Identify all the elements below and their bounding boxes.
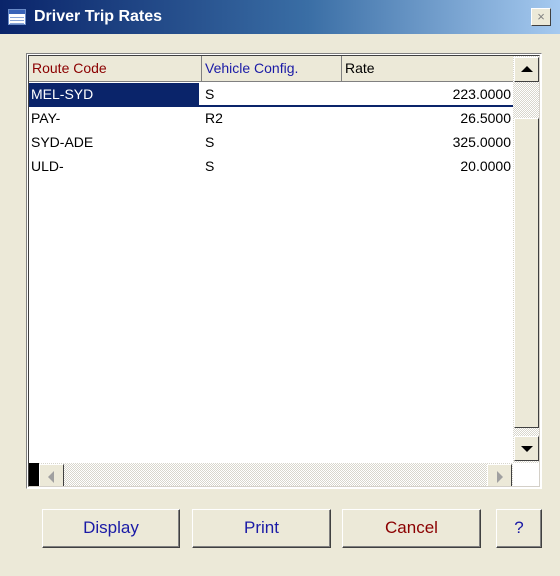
column-header-route-code[interactable]: Route Code [29, 56, 202, 82]
close-button[interactable]: × [531, 8, 551, 26]
driver-trip-rates-window: Driver Trip Rates × Route Code Vehicle C… [0, 0, 560, 576]
table-row[interactable]: ULD- S 20.0000 [29, 155, 515, 179]
close-icon: × [537, 9, 545, 24]
arrow-up-icon [521, 66, 533, 72]
vertical-scroll-thumb[interactable] [514, 118, 539, 428]
cell-rate[interactable]: 20.0000 [342, 155, 515, 179]
cell-vehicle-config[interactable]: S [203, 155, 342, 179]
display-button[interactable]: Display [42, 509, 180, 548]
cell-vehicle-config[interactable]: R2 [203, 107, 342, 131]
cell-route-code[interactable]: SYD-ADE [29, 131, 199, 155]
table-row[interactable]: PAY- R2 26.5000 [29, 107, 515, 131]
scroll-left-button[interactable] [39, 464, 64, 486]
window-title: Driver Trip Rates [34, 8, 163, 25]
table-row[interactable]: SYD-ADE S 325.0000 [29, 131, 515, 155]
rates-grid[interactable]: Route Code Vehicle Config. Rate MEL-SYD … [26, 53, 542, 489]
horizontal-scrollbar[interactable] [29, 463, 513, 486]
cell-route-code[interactable]: PAY- [29, 107, 199, 131]
cell-rate[interactable]: 325.0000 [342, 131, 515, 155]
column-header-rate[interactable]: Rate [342, 56, 515, 82]
scrollbar-corner [513, 463, 539, 486]
cell-vehicle-config[interactable]: S [203, 131, 342, 155]
title-bar[interactable]: Driver Trip Rates × [0, 0, 560, 34]
cell-rate[interactable]: 223.0000 [342, 83, 515, 107]
cell-route-code[interactable]: ULD- [29, 155, 199, 179]
arrow-left-icon [48, 471, 54, 483]
grid-header: Route Code Vehicle Config. Rate [29, 56, 515, 82]
table-row[interactable]: MEL-SYD S 223.0000 [29, 83, 515, 107]
arrow-right-icon [497, 471, 503, 483]
cell-vehicle-config[interactable]: S [203, 83, 342, 107]
column-header-vehicle-config[interactable]: Vehicle Config. [202, 56, 342, 82]
scroll-down-button[interactable] [514, 436, 539, 461]
table-icon [8, 9, 26, 25]
cancel-button[interactable]: Cancel [342, 509, 481, 548]
print-button[interactable]: Print [192, 509, 331, 548]
horizontal-scroll-thumb[interactable] [29, 463, 39, 486]
arrow-down-icon [521, 446, 533, 452]
cell-route-code[interactable]: MEL-SYD [29, 83, 199, 107]
cell-rate[interactable]: 26.5000 [342, 107, 515, 131]
scroll-up-button[interactable] [514, 57, 539, 82]
scroll-right-button[interactable] [487, 464, 512, 486]
vertical-scrollbar[interactable] [513, 56, 539, 463]
help-button[interactable]: ? [496, 509, 542, 548]
